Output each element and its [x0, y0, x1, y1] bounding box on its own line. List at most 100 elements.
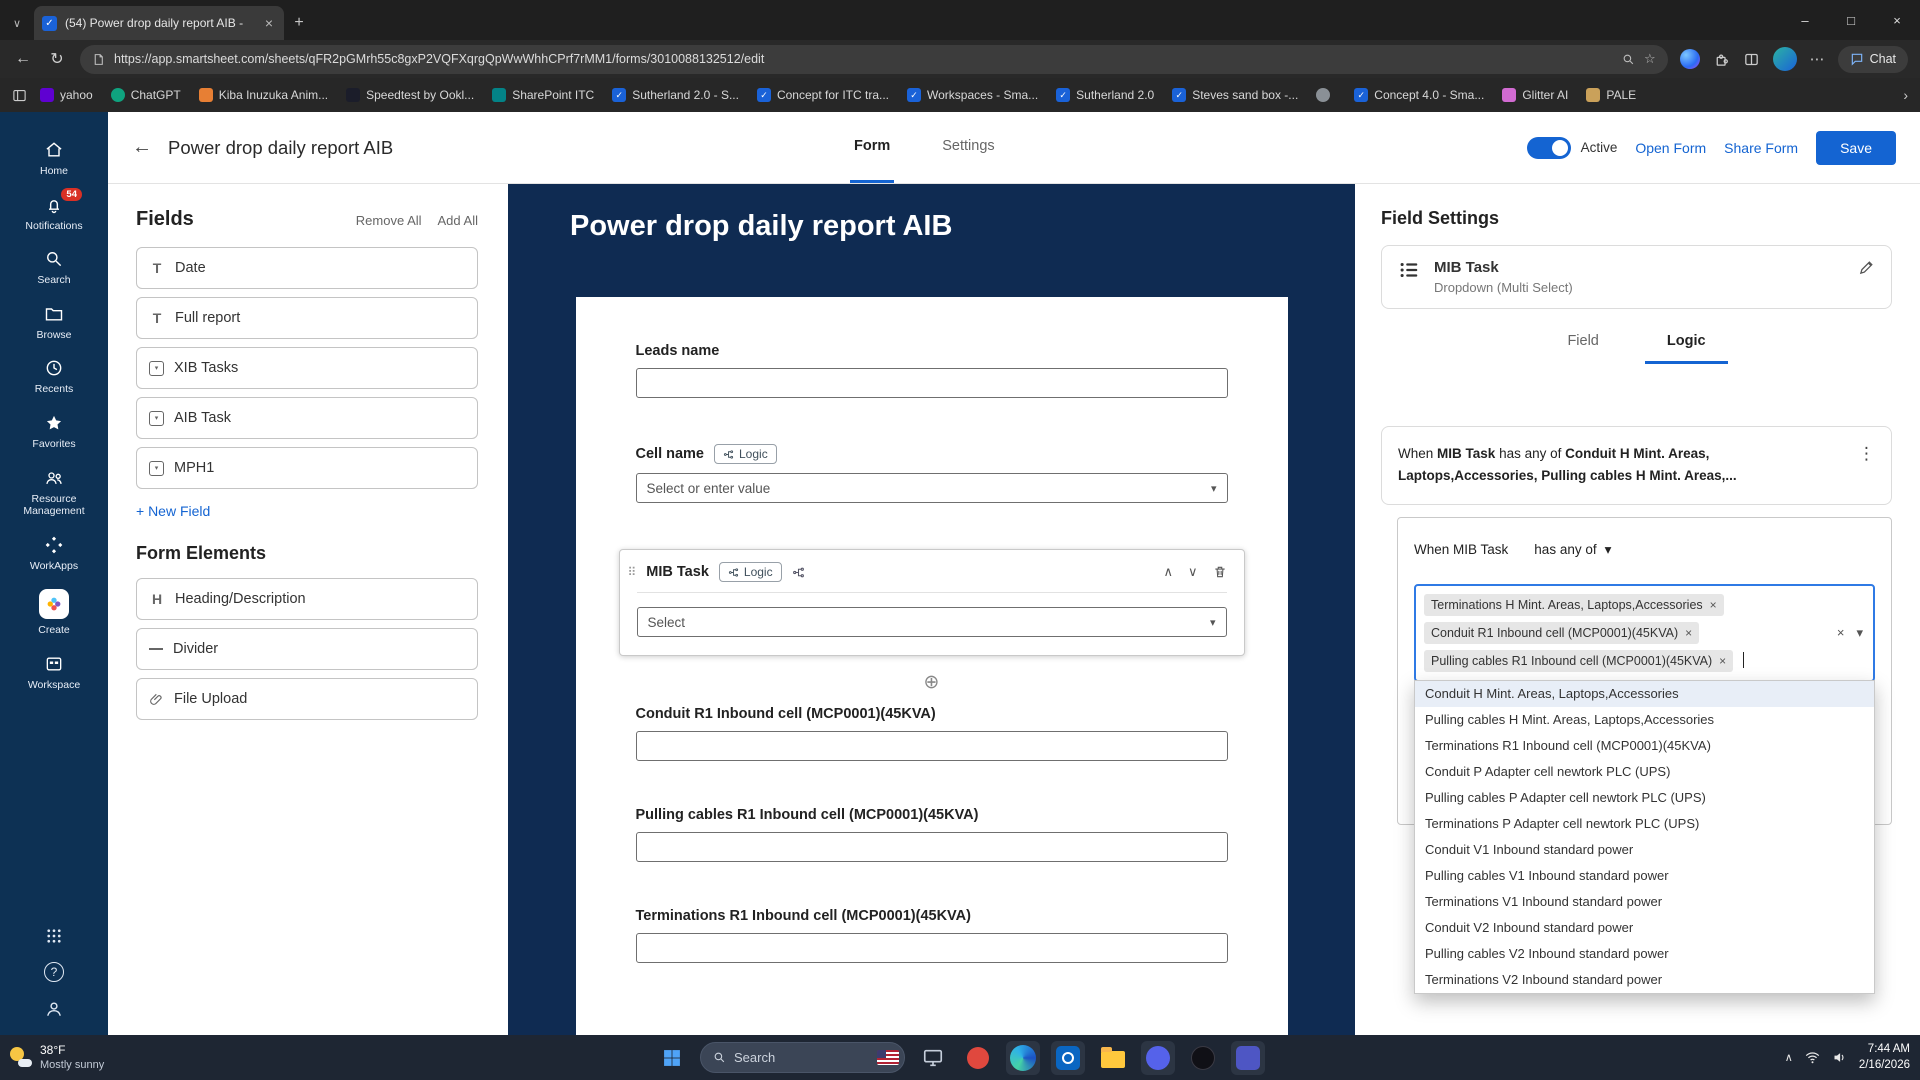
element-divider[interactable]: Divider	[136, 628, 478, 670]
sidebar-item-home[interactable]: Home	[0, 132, 108, 186]
window-close-button[interactable]: ×	[1874, 0, 1920, 40]
clear-all-icon[interactable]: ×	[1837, 625, 1845, 640]
sidebar-item-workapps[interactable]: WorkApps	[0, 527, 108, 581]
values-multiselect-input[interactable]: Terminations H Mint. Areas, Laptops,Acce…	[1414, 583, 1875, 682]
bookmark-item[interactable]: ✓ Sutherland 2.0 - S...	[607, 85, 744, 105]
dropdown-option[interactable]: Conduit P Adapter cell newtork PLC (UPS)	[1415, 759, 1874, 785]
window-minimize-button[interactable]: –	[1782, 0, 1828, 40]
share-form-link[interactable]: Share Form	[1724, 140, 1798, 156]
browser-menu-icon[interactable]: ⋯	[1810, 50, 1825, 68]
tab-close-icon[interactable]: ×	[262, 15, 276, 31]
sidebar-item-notifications[interactable]: 54 Notifications	[0, 187, 108, 241]
favorite-star-icon[interactable]: ☆	[1644, 51, 1656, 67]
conduit-r1-input[interactable]	[635, 731, 1228, 761]
taskbar-app-teams[interactable]	[1231, 1040, 1265, 1075]
tab-settings[interactable]: Settings	[938, 112, 998, 183]
extensions-icon[interactable]	[1713, 51, 1730, 68]
remove-all-link[interactable]: Remove All	[356, 213, 422, 228]
sidebar-item-search[interactable]: Search	[0, 241, 108, 295]
dropdown-option[interactable]: Terminations V1 Inbound standard power	[1415, 889, 1874, 915]
split-screen-icon[interactable]	[1743, 51, 1760, 68]
copilot-icon[interactable]	[1679, 49, 1700, 69]
cell-name-select[interactable]: Select or enter value ▾	[635, 473, 1228, 503]
edit-pencil-icon[interactable]	[1858, 259, 1875, 276]
bookmark-item[interactable]: Glitter AI	[1497, 85, 1573, 105]
dropdown-option[interactable]: Pulling cables V1 Inbound standard power	[1415, 863, 1874, 889]
new-field-link[interactable]: + New Field	[136, 503, 478, 519]
dropdown-option[interactable]: Conduit V1 Inbound standard power	[1415, 837, 1874, 863]
sidebar-item-browse[interactable]: Browse	[0, 296, 108, 350]
tab-field[interactable]: Field	[1545, 323, 1620, 364]
sidebar-item-create[interactable]: Create	[0, 581, 108, 645]
bookmark-item[interactable]: Speedtest by Ookl...	[341, 85, 479, 105]
move-up-icon[interactable]: ∧	[1163, 564, 1173, 580]
value-chip[interactable]: Terminations H Mint. Areas, Laptops,Acce…	[1424, 593, 1724, 616]
zoom-icon[interactable]	[1622, 53, 1635, 66]
dropdown-option[interactable]: Pulling cables V2 Inbound standard power	[1415, 941, 1874, 967]
taskbar-app-discord[interactable]	[1141, 1040, 1175, 1075]
terminations-r1-input[interactable]	[635, 933, 1228, 963]
add-field-button[interactable]: ⊕	[924, 671, 940, 694]
chip-remove-icon[interactable]: ×	[1685, 626, 1692, 640]
profile-avatar[interactable]	[1772, 47, 1797, 71]
tray-expand-icon[interactable]: ∧	[1785, 1051, 1793, 1064]
dropdown-option[interactable]: Conduit H Mint. Areas, Laptops,Accessori…	[1415, 680, 1874, 707]
chip-remove-icon[interactable]: ×	[1710, 598, 1717, 612]
element-file-upload[interactable]: File Upload	[136, 678, 478, 720]
tab-actions-menu[interactable]: ∨	[0, 6, 34, 40]
bookmark-item[interactable]	[1311, 85, 1341, 105]
page-info-icon[interactable]	[92, 53, 105, 66]
bookmark-item[interactable]: PALE	[1581, 85, 1641, 105]
bookmark-item[interactable]: ✓ Steves sand box -...	[1167, 85, 1303, 105]
dropdown-option[interactable]: Pulling cables H Mint. Areas, Laptops,Ac…	[1415, 707, 1874, 733]
sidebar-panel-icon[interactable]	[12, 88, 27, 103]
address-bar[interactable]: https://app.smartsheet.com/sheets/qFR2pG…	[80, 44, 1668, 74]
dropdown-option[interactable]: Terminations R1 Inbound cell (MCP0001)(4…	[1415, 733, 1874, 759]
taskbar-app-dark[interactable]	[1186, 1041, 1220, 1075]
taskbar-clock[interactable]: 7:44 AM 2/16/2026	[1859, 1042, 1910, 1073]
back-arrow-icon[interactable]: ←	[132, 136, 152, 159]
volume-icon[interactable]	[1832, 1051, 1847, 1064]
sidebar-item-recents[interactable]: Recents	[0, 350, 108, 404]
sidebar-item-favorites[interactable]: Favorites	[0, 405, 108, 459]
url-text[interactable]: https://app.smartsheet.com/sheets/qFR2pG…	[114, 52, 1613, 66]
selected-field-container[interactable]: ⠿ MIB Task Logic ∧ ∨ Select ▾	[618, 549, 1245, 656]
leads-name-input[interactable]	[635, 368, 1228, 398]
trash-icon[interactable]	[1213, 565, 1227, 579]
help-icon[interactable]: ?	[44, 962, 64, 982]
bookmarks-overflow-icon[interactable]: ›	[1903, 87, 1908, 103]
move-down-icon[interactable]: ∨	[1188, 564, 1198, 580]
field-item-mph1[interactable]: ▾ MPH1	[136, 447, 478, 489]
chat-button[interactable]: Chat	[1837, 45, 1908, 73]
bookmark-item[interactable]: ✓ Workspaces - Sma...	[902, 85, 1043, 105]
save-button[interactable]: Save	[1816, 130, 1896, 165]
tab-logic[interactable]: Logic	[1644, 323, 1728, 364]
wifi-icon[interactable]	[1805, 1051, 1820, 1064]
field-item-xib-tasks[interactable]: ▾ XIB Tasks	[136, 347, 478, 389]
active-toggle[interactable]	[1526, 136, 1571, 159]
taskbar-app-explorer[interactable]	[1096, 1041, 1130, 1075]
sidebar-item-resource-management[interactable]: Resource Management	[0, 460, 108, 526]
bookmark-item[interactable]: ✓ Concept 4.0 - Sma...	[1349, 85, 1489, 105]
open-form-link[interactable]: Open Form	[1635, 140, 1706, 156]
new-tab-button[interactable]: +	[284, 6, 314, 40]
dropdown-option[interactable]: Terminations P Adapter cell newtork PLC …	[1415, 811, 1874, 837]
app-launcher-icon[interactable]	[45, 927, 63, 945]
element-heading-description[interactable]: H Heading/Description	[136, 578, 478, 620]
window-maximize-button[interactable]: □	[1828, 0, 1874, 40]
bookmark-item[interactable]: Kiba Inuzuka Anim...	[194, 85, 333, 105]
account-icon[interactable]	[44, 999, 64, 1019]
pulling-cables-r1-input[interactable]	[635, 832, 1228, 862]
field-item-full-report[interactable]: T Full report	[136, 297, 478, 339]
logic-chip[interactable]: Logic	[714, 444, 777, 464]
browser-tab[interactable]: ✓ (54) Power drop daily report AIB - ×	[34, 6, 284, 40]
start-button[interactable]	[655, 1041, 689, 1075]
refresh-button[interactable]: ↻	[46, 49, 68, 69]
dropdown-option[interactable]: Pulling cables P Adapter cell newtork PL…	[1415, 785, 1874, 811]
bookmark-item[interactable]: yahoo	[35, 85, 98, 105]
value-chip[interactable]: Conduit R1 Inbound cell (MCP0001)(45KVA)…	[1424, 621, 1700, 644]
field-item-date[interactable]: T Date	[136, 247, 478, 289]
chip-remove-icon[interactable]: ×	[1719, 654, 1726, 668]
bookmark-item[interactable]: ChatGPT	[106, 85, 186, 105]
mib-task-select[interactable]: Select ▾	[636, 607, 1227, 637]
